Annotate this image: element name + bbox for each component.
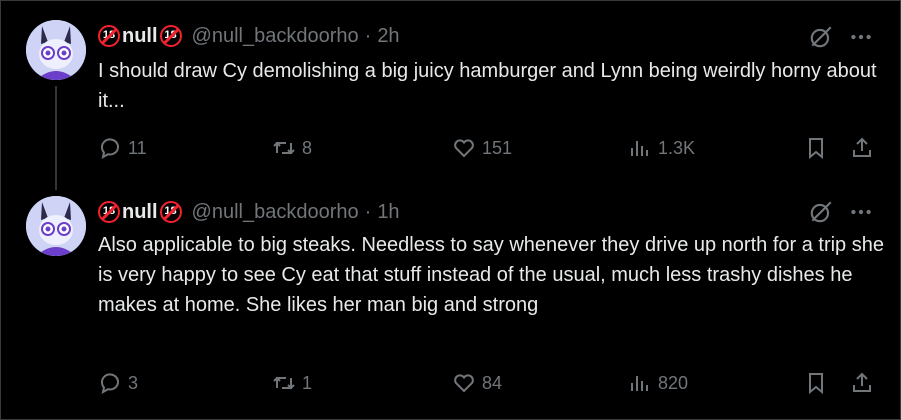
- views-icon: [631, 141, 648, 156]
- tweet[interactable]: 18 null 18 @null_backdoorho · 2h I shoul…: [0, 0, 901, 190]
- views-button[interactable]: 1.3K: [628, 136, 695, 160]
- avatar-image: [26, 196, 86, 256]
- more-icon[interactable]: [848, 199, 874, 225]
- like-icon: [454, 139, 474, 158]
- views-icon: [631, 376, 648, 391]
- separator-dot: ·: [364, 24, 372, 47]
- views-button[interactable]: 820: [628, 371, 688, 395]
- reply-icon: [100, 373, 119, 394]
- more-icon[interactable]: [848, 24, 874, 50]
- like-count: 84: [482, 372, 503, 393]
- user-handle[interactable]: @null_backdoorho: [192, 201, 359, 224]
- reply-button[interactable]: 3: [98, 371, 138, 395]
- avatar[interactable]: [26, 196, 86, 256]
- timestamp[interactable]: 2h: [377, 25, 399, 48]
- age-restricted-icon: 18: [98, 201, 120, 223]
- views-count: 820: [658, 372, 689, 393]
- tweet-header: 18 null 18 @null_backdoorho · 2h: [98, 23, 400, 49]
- share-icon[interactable]: [850, 371, 874, 395]
- user-handle[interactable]: @null_backdoorho: [192, 25, 359, 48]
- tweet-text: I should draw Cy demolishing a big juicy…: [98, 60, 877, 112]
- reply-button[interactable]: 11: [98, 136, 147, 160]
- tweet[interactable]: 18 null 18 @null_backdoorho · 1h Also ap…: [0, 190, 901, 420]
- grok-icon[interactable]: [808, 199, 834, 225]
- repost-count: 1: [302, 372, 313, 393]
- repost-icon: [273, 376, 295, 390]
- reply-icon: [100, 138, 119, 159]
- repost-button[interactable]: 1: [272, 371, 312, 395]
- share-icon[interactable]: [850, 136, 874, 160]
- reply-count: 11: [128, 137, 147, 158]
- display-name[interactable]: null: [122, 201, 158, 224]
- repost-button[interactable]: 8: [272, 136, 312, 160]
- like-count: 151: [482, 137, 513, 158]
- views-count: 1.3K: [658, 137, 696, 158]
- repost-icon: [273, 141, 295, 155]
- like-button[interactable]: 84: [452, 371, 502, 395]
- like-button[interactable]: 151: [452, 136, 512, 160]
- like-icon: [454, 374, 474, 393]
- bookmark-icon[interactable]: [804, 136, 828, 160]
- avatar-image: [26, 20, 86, 80]
- repost-count: 8: [302, 137, 313, 158]
- age-restricted-icon: 18: [98, 25, 120, 47]
- tweet-header: 18 null 18 @null_backdoorho · 1h: [98, 199, 400, 225]
- reply-count: 3: [128, 372, 139, 393]
- tweet-text: Also applicable to big steaks. Needless …: [98, 234, 884, 316]
- timestamp[interactable]: 1h: [377, 201, 399, 224]
- age-restricted-icon: 18: [159, 201, 182, 223]
- grok-icon[interactable]: [808, 24, 834, 50]
- bookmark-icon[interactable]: [804, 371, 828, 395]
- separator-dot: ·: [364, 200, 372, 223]
- age-restricted-icon: 18: [159, 25, 182, 47]
- avatar[interactable]: [26, 20, 86, 80]
- display-name[interactable]: null: [122, 25, 158, 48]
